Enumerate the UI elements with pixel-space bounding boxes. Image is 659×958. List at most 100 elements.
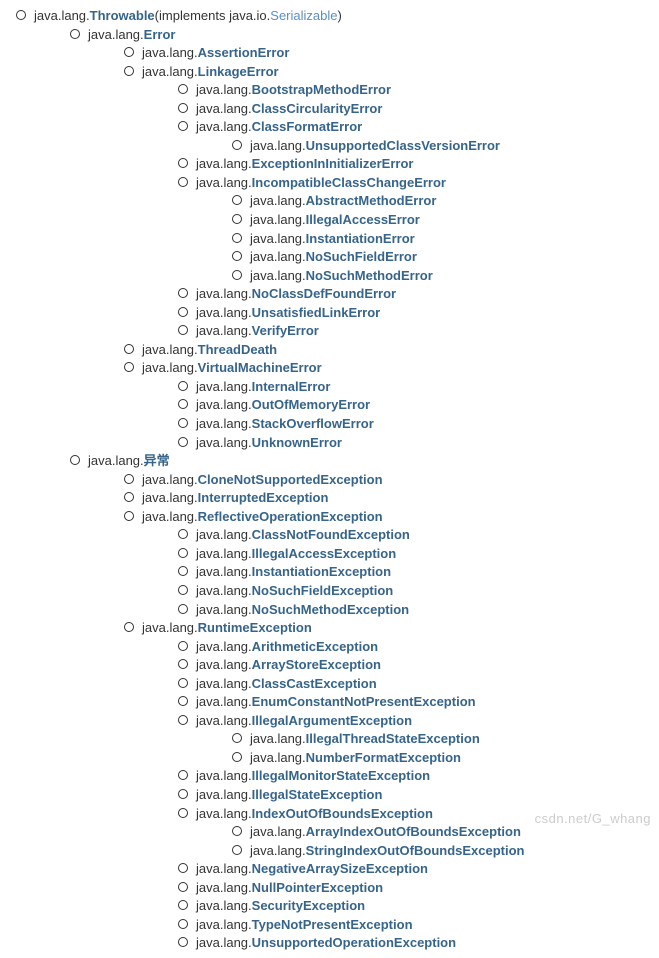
class-link[interactable]: VerifyError [252,322,319,340]
class-link[interactable]: InstantiationError [306,230,415,248]
class-link[interactable]: ClassCircularityError [252,100,383,118]
tree-row: java.lang.UnknownError [174,434,647,452]
class-link[interactable]: IllegalAccessError [306,211,420,229]
implements-note-close: ) [337,7,341,25]
tree-row: java.lang.InstantiationError [228,230,647,248]
package-prefix: java.lang. [250,730,306,748]
class-link[interactable]: IllegalStateException [252,786,383,804]
class-link[interactable]: BootstrapMethodError [252,81,391,99]
tree-node: java.lang.IndexOutOfBoundsExceptionjava.… [174,804,647,860]
class-link[interactable]: StringIndexOutOfBoundsException [306,842,525,860]
class-link[interactable]: UnsatisfiedLinkError [252,304,381,322]
class-link[interactable]: OutOfMemoryError [252,396,370,414]
class-link[interactable]: IndexOutOfBoundsException [252,805,433,823]
package-prefix: java.lang. [142,471,198,489]
class-link[interactable]: Throwable [90,7,155,25]
tree-node: java.lang.IllegalAccessError [228,210,647,229]
class-link[interactable]: Error [144,26,176,44]
package-prefix: java.lang. [250,248,306,266]
bullet-icon [178,548,188,558]
class-link[interactable]: IllegalMonitorStateException [252,767,430,785]
tree-node: java.lang.NegativeArraySizeException [174,859,647,878]
tree-node: java.lang.IllegalThreadStateException [228,729,647,748]
class-link[interactable]: LinkageError [198,63,279,81]
tree-node: java.lang.ClassCastException [174,674,647,693]
package-prefix: java.lang. [142,619,198,637]
class-link[interactable]: ThreadDeath [198,341,277,359]
bullet-icon [178,121,188,131]
class-link[interactable]: IllegalAccessException [252,545,397,563]
package-prefix: java.lang. [196,934,252,952]
class-link[interactable]: NegativeArraySizeException [252,860,428,878]
tree-children: java.lang.ClassNotFoundExceptionjava.lan… [120,525,647,618]
class-link[interactable]: InterruptedException [198,489,329,507]
package-prefix: java.lang. [142,44,198,62]
class-link[interactable]: RuntimeException [198,619,312,637]
class-link[interactable]: ClassNotFoundException [252,526,410,544]
class-link[interactable]: AssertionError [198,44,290,62]
tree-node: java.lang.NoClassDefFoundError [174,284,647,303]
class-link[interactable]: UnsupportedOperationException [252,934,456,952]
class-link[interactable]: ClassFormatError [252,118,363,136]
interface-link[interactable]: Serializable [270,7,337,25]
class-link[interactable]: VirtualMachineError [198,359,322,377]
package-prefix: java.lang. [250,192,306,210]
class-link[interactable]: NullPointerException [252,879,383,897]
class-link[interactable]: NoSuchMethodException [252,601,409,619]
bullet-icon [70,455,80,465]
tree-node: java.lang.RuntimeExceptionjava.lang.Arit… [120,618,647,952]
class-link[interactable]: IncompatibleClassChangeError [252,174,446,192]
tree-node: java.lang. LinkageError java.lang. Bootstra… [120,62,647,340]
tree-row: java.lang.IncompatibleClassChangeError [174,174,647,192]
class-link[interactable]: NoSuchMethodError [306,267,433,285]
tree-row: java.lang.StringIndexOutOfBoundsExceptio… [228,842,647,860]
class-link[interactable]: NoClassDefFoundError [252,285,396,303]
class-link[interactable]: ExceptionInInitializerError [252,155,414,173]
tree-row: java.lang.ArrayStoreException [174,656,647,674]
class-link[interactable]: TypeNotPresentException [252,916,413,934]
package-prefix: java.lang. [196,860,252,878]
class-link[interactable]: ArithmeticException [252,638,378,656]
class-link[interactable]: InstantiationException [252,563,391,581]
bullet-icon [124,344,134,354]
tree-node: java.lang.InterruptedException [120,488,647,507]
tree-node: java.lang.ArrayStoreException [174,655,647,674]
bullet-icon [70,29,80,39]
package-prefix: java.lang. [250,230,306,248]
tree-row: java.lang.RuntimeException [120,619,647,637]
tree-row: java.lang.Error [66,26,647,44]
bullet-icon [232,251,242,261]
bullet-icon [232,233,242,243]
tree-node: java.lang.AbstractMethodError [228,191,647,210]
class-link[interactable]: NoSuchFieldError [306,248,417,266]
class-link[interactable]: EnumConstantNotPresentException [252,693,476,711]
tree-node: java.lang.InstantiationError [228,229,647,248]
tree-node: java.lang.异常java.lang.CloneNotSupportedE… [66,451,647,952]
tree-node: java.lang.VerifyError [174,321,647,340]
bullet-icon [178,84,188,94]
class-link[interactable]: AbstractMethodError [306,192,437,210]
bullet-icon [178,604,188,614]
class-link[interactable]: SecurityException [252,897,365,915]
class-link[interactable]: ArrayStoreException [252,656,381,674]
bullet-icon [178,566,188,576]
class-link[interactable]: IllegalThreadStateException [306,730,480,748]
class-link[interactable]: InternalError [252,378,331,396]
class-link[interactable]: CloneNotSupportedException [198,471,383,489]
tree-row: java.lang.VirtualMachineError [120,359,647,377]
class-link[interactable]: IllegalArgumentException [252,712,412,730]
tree-node: java.lang.ThreadDeath [120,340,647,359]
class-hierarchy-tree: java.lang.Throwable (implements java.io.… [12,6,647,952]
tree-node: java.lang.NoSuchMethodError [228,266,647,285]
class-link[interactable]: 异常 [144,452,170,470]
class-link[interactable]: ClassCastException [252,675,377,693]
tree-children: java.lang. BootstrapMethodError java.lang.… [120,80,647,340]
class-link[interactable]: UnsupportedClassVersionError [306,137,500,155]
class-link[interactable]: NoSuchFieldException [252,582,394,600]
tree-node: java.lang.Errorjava.lang.AssertionErrorj… [66,25,647,452]
class-link[interactable]: StackOverflowError [252,415,374,433]
class-link[interactable]: ReflectiveOperationException [198,508,383,526]
tree-node: java.lang.CloneNotSupportedException [120,470,647,489]
class-link[interactable]: UnknownError [252,434,342,452]
class-link[interactable]: NumberFormatException [306,749,461,767]
